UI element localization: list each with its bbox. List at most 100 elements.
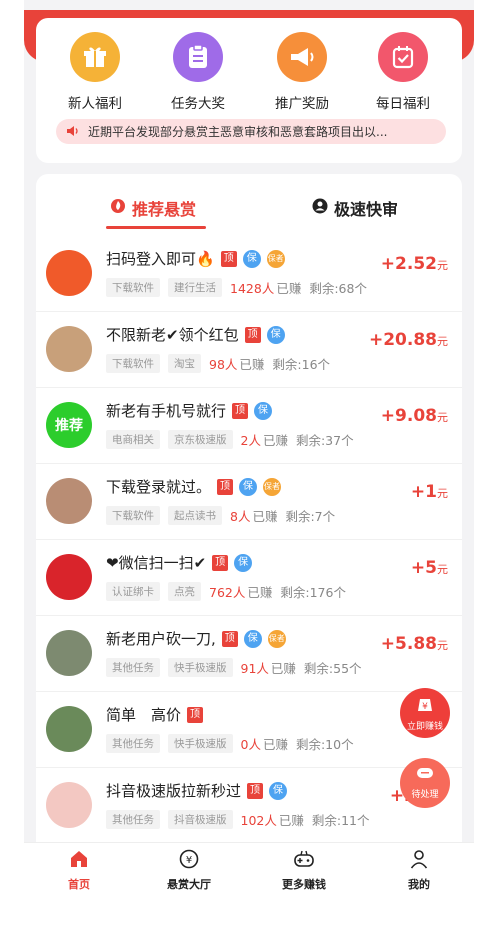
tab-bar: 推荐悬赏 极速快审	[36, 174, 462, 232]
message-icon	[416, 766, 434, 785]
task-price: +1元	[411, 482, 448, 502]
remaining-count: 剩余:7个	[285, 509, 336, 524]
task-row[interactable]: 简单 高价顶其他任务 快手极速版 0人 已赚 剩余:10个	[36, 692, 462, 768]
tabbar-label: 更多赚钱	[282, 878, 326, 891]
active-tab-indicator	[106, 226, 206, 229]
task-tag: 建行生活	[168, 278, 222, 297]
quick-item-task-prize[interactable]: 任务大奖	[153, 32, 243, 112]
earned-count: 2人	[240, 433, 261, 448]
home-icon	[69, 851, 89, 873]
task-title: 下载登录就过。顶保保者	[106, 476, 282, 497]
task-title-text: 抖音极速版拉新秒过	[106, 782, 242, 800]
vip-badge: 保者	[267, 629, 286, 648]
tab-label: 极速快审	[334, 200, 399, 219]
remaining-count: 剩余:11个	[311, 813, 370, 828]
task-meta: 其他任务 抖音极速版 102人 已赚 剩余:11个	[106, 810, 370, 829]
task-tag: 快手极速版	[168, 658, 233, 677]
gift-icon	[70, 32, 120, 82]
user-circle-icon	[312, 198, 328, 218]
quick-item-label: 每日福利	[376, 96, 430, 112]
task-title: 抖音极速版拉新秒过顶保	[106, 780, 288, 801]
earn-now-button[interactable]: ¥ 立即赚钱	[400, 688, 450, 738]
earned-label: 已赚	[252, 509, 278, 524]
quick-item-label: 推广奖励	[275, 96, 329, 112]
price-unit: 元	[437, 563, 448, 576]
task-avatar: 推荐	[46, 402, 92, 448]
guarantee-badge: 保	[243, 629, 262, 648]
task-title-text: 下载登录就过。	[106, 478, 212, 496]
earned-count: 91人	[240, 661, 269, 676]
task-title-text: 新老有手机号就行	[106, 402, 227, 420]
task-avatar	[46, 554, 92, 600]
task-row[interactable]: 扫码登入即可🔥 顶保保者 下载软件 建行生活 1428人 已赚 剩余:68个 +2.52元	[36, 236, 462, 312]
pending-label: 待处理	[411, 790, 439, 800]
price-value: +20.88	[368, 330, 437, 350]
remaining-count: 剩余:68个	[309, 281, 367, 296]
task-tag: 抖音极速版	[168, 810, 233, 829]
earned-label: 已赚	[247, 585, 273, 600]
tabbar-reward-hall[interactable]: ¥ 悬赏大厅	[144, 849, 234, 892]
task-tag: 快手极速版	[168, 734, 233, 753]
task-tag: 下载软件	[106, 354, 160, 373]
price-value: +5.88	[380, 634, 437, 654]
app-screen: 新人福利 任务大奖 推广奖励 每日福利 近期平台发现部分悬赏主恶意审核和恶意套路…	[24, 0, 474, 895]
task-title-text: 不限新老✔领个红包	[106, 326, 239, 344]
task-avatar	[46, 706, 92, 752]
task-meta: 下载软件 淘宝 98人 已赚 剩余:16个	[106, 354, 330, 373]
task-row[interactable]: 不限新老✔领个红包顶保下载软件 淘宝 98人 已赚 剩余:16个 +20.88元	[36, 312, 462, 388]
quick-item-promotion[interactable]: 推广奖励	[257, 32, 347, 112]
tab-label: 推荐悬赏	[132, 200, 197, 219]
top-badge: 顶	[244, 326, 261, 343]
task-meta: 认证绑卡 点亮 762人 已赚 剩余:176个	[106, 582, 346, 601]
task-tag: 起点读书	[168, 506, 222, 525]
notice-bar[interactable]: 近期平台发现部分悬赏主恶意审核和恶意套路项目出以...	[56, 119, 446, 144]
task-tag: 京东极速版	[168, 430, 233, 449]
vip-badge: 保者	[266, 249, 285, 268]
clipboard-icon	[173, 32, 223, 82]
task-title: ❤微信扫一扫✔ 顶保	[106, 552, 253, 573]
task-tag: 点亮	[168, 582, 201, 601]
remaining-count: 剩余:10个	[295, 737, 354, 752]
guarantee-badge: 保	[239, 477, 258, 496]
quick-item-daily[interactable]: 每日福利	[358, 32, 448, 112]
earn-now-label: 立即赚钱	[406, 721, 443, 732]
guarantee-badge: 保	[266, 325, 285, 344]
price-unit: 元	[437, 259, 448, 272]
vip-badge: 保者	[263, 477, 282, 496]
task-row[interactable]: 新老用户砍一刀, 顶保保者 其他任务 快手极速版 91人 已赚 剩余:55个 +5.88元	[36, 616, 462, 692]
tabbar-mine[interactable]: 我的	[374, 849, 464, 892]
price-unit: 元	[437, 639, 448, 652]
earned-count: 98人	[209, 357, 238, 372]
quick-item-new-user[interactable]: 新人福利	[50, 32, 140, 112]
svg-text:¥: ¥	[186, 855, 192, 866]
task-row[interactable]: ❤微信扫一扫✔ 顶保认证绑卡 点亮 762人 已赚 剩余:176个 +5元	[36, 540, 462, 616]
tab-fast-review[interactable]: 极速快审	[312, 196, 398, 220]
task-row[interactable]: 推荐 新老有手机号就行顶保电商相关 京东极速版 2人 已赚 剩余:37个 +9.08元	[36, 388, 462, 464]
task-tag: 其他任务	[106, 658, 160, 677]
speaker-icon	[66, 122, 80, 141]
tabbar-label: 我的	[408, 878, 430, 891]
task-title: 简单 高价顶	[106, 704, 204, 725]
task-row[interactable]: 下载登录就过。顶保保者 下载软件 起点读书 8人 已赚 剩余:7个 +1元	[36, 464, 462, 540]
guarantee-badge: 保	[234, 553, 253, 572]
task-tag: 淘宝	[168, 354, 201, 373]
quick-menu-card: 新人福利 任务大奖 推广奖励 每日福利 近期平台发现部分悬赏主恶意审核和恶意套路…	[36, 18, 462, 163]
task-row[interactable]: 抖音极速版拉新秒过顶保其他任务抖音极速版102人已赚剩余:11个+2	[36, 768, 462, 844]
tab-recommended[interactable]: 推荐悬赏	[110, 196, 196, 220]
price-unit: 元	[437, 487, 448, 500]
earned-label: 已赚	[239, 357, 265, 372]
tabbar-label: 首页	[68, 878, 90, 891]
task-title-text: ❤微信扫一扫✔	[106, 554, 207, 572]
task-tag: 其他任务	[106, 810, 160, 829]
task-title: 新老有手机号就行顶保	[106, 400, 273, 421]
earned-label: 已赚	[262, 737, 288, 752]
pending-button[interactable]: 待处理	[400, 758, 450, 808]
remaining-count: 剩余:176个	[280, 585, 346, 600]
tabbar-home[interactable]: 首页	[34, 849, 124, 892]
earned-count: 0人	[240, 737, 261, 752]
task-title: 新老用户砍一刀, 顶保保者	[106, 628, 286, 649]
earned-count: 8人	[230, 509, 251, 524]
top-badge: 顶	[232, 402, 249, 419]
earned-label: 已赚	[276, 281, 302, 296]
tabbar-more-earn[interactable]: 更多赚钱	[259, 849, 349, 892]
